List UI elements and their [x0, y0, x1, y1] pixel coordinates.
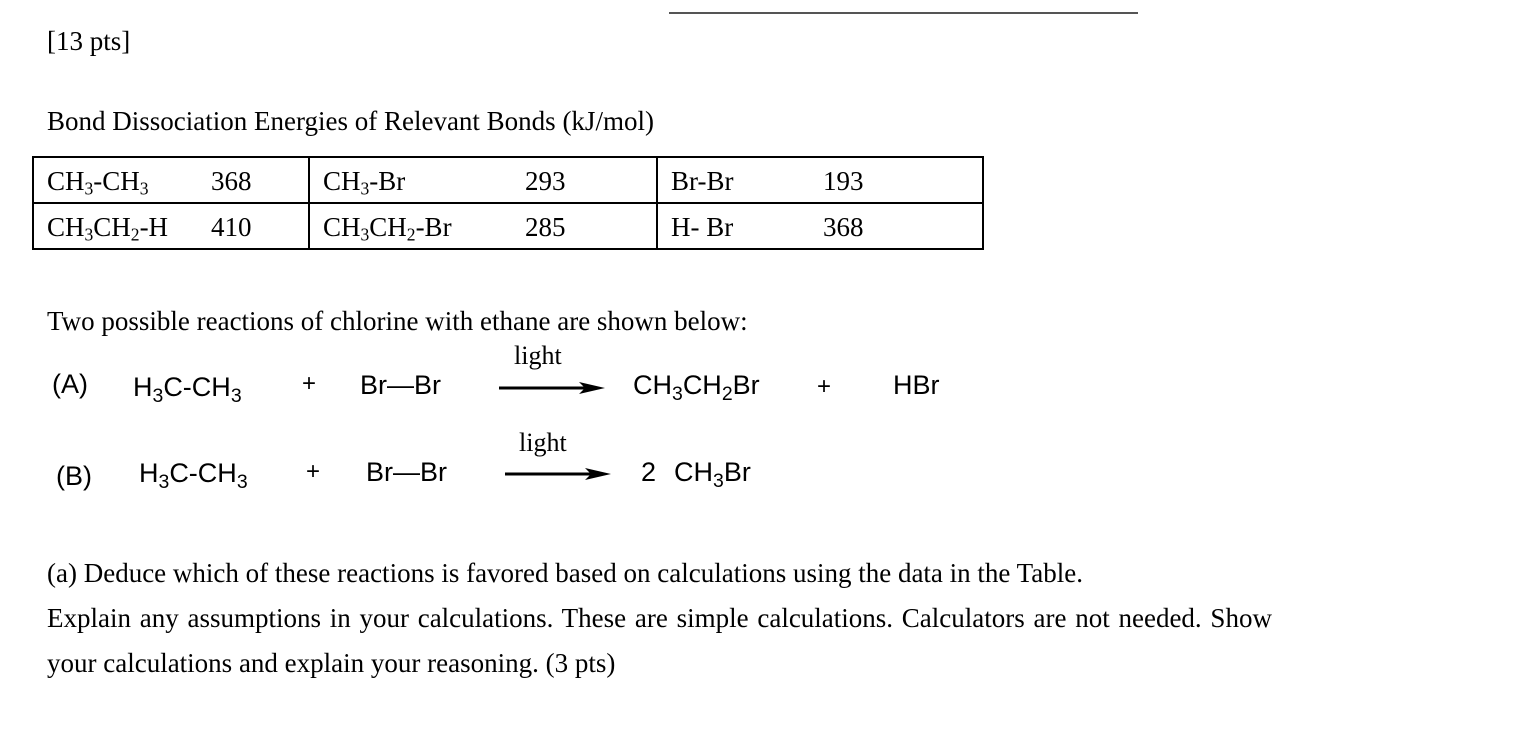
reaction-condition: light [519, 428, 567, 457]
formula-part: -Br [369, 166, 406, 196]
formula-part: CH [47, 212, 85, 242]
formula-subscript: 3 [360, 224, 370, 245]
formula-subscript: 3 [84, 178, 94, 199]
bond-energy-value: 368 [211, 166, 252, 196]
formula-part: CH [93, 212, 131, 242]
bond-energy-table: CH3-CH3 368 CH3-Br 293 Br-Br 193 CH3CH2-… [32, 156, 984, 250]
product-coefficient: 2 [641, 457, 657, 487]
formula-part: H [139, 458, 159, 488]
bond-energy-value: 193 [823, 166, 864, 196]
reaction-label: (A) [52, 369, 88, 399]
bond-energy-value: 285 [525, 212, 566, 242]
formula-part: CH [323, 212, 361, 242]
reaction-label: (B) [56, 461, 92, 491]
formula-subscript: 3 [139, 178, 149, 199]
bond-name: H- Br [671, 212, 734, 242]
formula-part: Br [732, 370, 760, 400]
reactant-ethane: H3C-CH3 [133, 372, 242, 406]
formula-subscript: 2 [406, 224, 416, 245]
question-line-2: Explain any assumptions in your calculat… [47, 603, 1272, 633]
formula-subscript: 3 [84, 224, 94, 245]
table-row: CH3CH2-H 410 CH3CH2-Br 285 H- Br 368 [32, 202, 984, 250]
formula-part: CH [633, 370, 672, 400]
formula-part: C-CH [163, 372, 231, 402]
bond-name: CH3CH2-Br [323, 212, 452, 243]
formula-subscript: 3 [672, 382, 683, 405]
formula-part: C-CH [169, 458, 237, 488]
plus-sign: + [306, 458, 321, 485]
reaction-arrow-icon [499, 382, 605, 394]
table-row: CH3-CH3 368 CH3-Br 293 Br-Br 193 [32, 156, 984, 204]
formula-part: CH [674, 457, 713, 487]
formula-subscript: 3 [360, 178, 370, 199]
table-cell: CH3CH2-H 410 [32, 202, 310, 250]
plus-sign: + [817, 373, 832, 400]
product-bromoethane: CH3CH2Br [633, 370, 760, 404]
formula-part: -H [139, 212, 169, 242]
table-cell: H- Br 368 [656, 202, 984, 250]
product-hbr: HBr [893, 370, 940, 400]
top-divider-line [669, 12, 1138, 14]
product-bromomethane: CH3Br [674, 457, 751, 491]
formula-subscript: 3 [713, 469, 724, 492]
bond-energy-value: 293 [525, 166, 566, 196]
bond-name: CH3-CH3 [47, 166, 149, 197]
table-title: Bond Dissociation Energies of Relevant B… [47, 106, 654, 136]
question-line-3: your calculations and explain your reaso… [47, 648, 616, 678]
bond-name: CH3-Br [323, 166, 405, 197]
table-cell: CH3-Br 293 [308, 156, 658, 204]
reactant-ethane: H3C-CH3 [139, 458, 248, 492]
formula-part: CH [369, 212, 407, 242]
formula-subscript: 3 [158, 470, 170, 493]
reaction-arrow-icon [505, 468, 611, 480]
table-cell: CH3CH2-Br 285 [308, 202, 658, 250]
question-line-1: (a) Deduce which of these reactions is f… [47, 558, 1083, 588]
reaction-condition: light [514, 341, 562, 370]
formula-part: CH [682, 370, 722, 400]
bond-energy-value: 368 [823, 212, 864, 242]
reactant-bromine: Br—Br [366, 457, 447, 487]
formula-subscript: 3 [152, 384, 164, 407]
formula-part: -Br [415, 212, 452, 242]
formula-subscript: 3 [230, 384, 242, 407]
bond-energy-value: 410 [211, 212, 252, 242]
formula-part: Br [723, 457, 751, 487]
formula-subscript: 3 [236, 470, 248, 493]
bond-name: CH3CH2-H [47, 212, 168, 243]
reactant-bromine: Br—Br [360, 370, 441, 400]
plus-sign: + [302, 370, 317, 397]
reactions-intro: Two possible reactions of chlorine with … [47, 306, 748, 336]
points-label: [13 pts] [47, 26, 131, 56]
formula-part: -CH [93, 166, 140, 196]
formula-part: CH [323, 166, 361, 196]
formula-subscript: 2 [130, 224, 140, 245]
bond-name: Br-Br [671, 166, 734, 196]
formula-subscript: 2 [721, 382, 733, 405]
formula-part: H [133, 372, 153, 402]
table-cell: CH3-CH3 368 [32, 156, 310, 204]
table-cell: Br-Br 193 [656, 156, 984, 204]
formula-part: CH [47, 166, 85, 196]
